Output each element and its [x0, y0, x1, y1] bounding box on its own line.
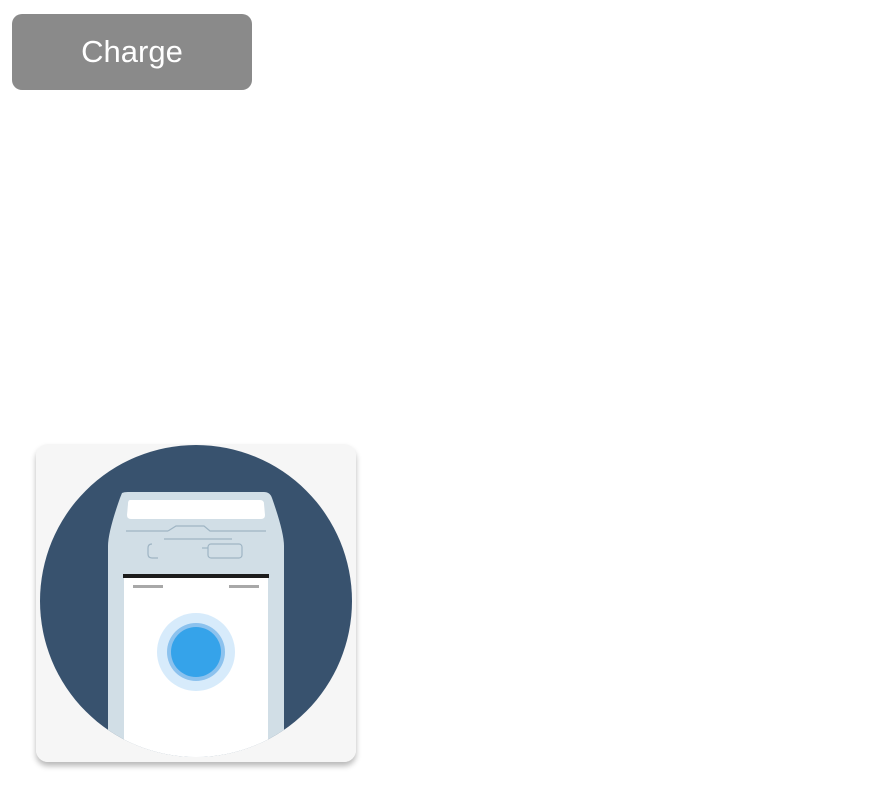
card-slot	[127, 500, 265, 519]
screen-dash-left	[133, 585, 163, 588]
contactless-dot	[171, 627, 221, 677]
terminal-illustration-card	[36, 444, 356, 762]
charge-button[interactable]: Charge	[12, 14, 252, 90]
screen-top-bar	[123, 574, 269, 578]
screen-dash-right	[229, 585, 259, 588]
card-terminal-icon	[36, 444, 356, 762]
